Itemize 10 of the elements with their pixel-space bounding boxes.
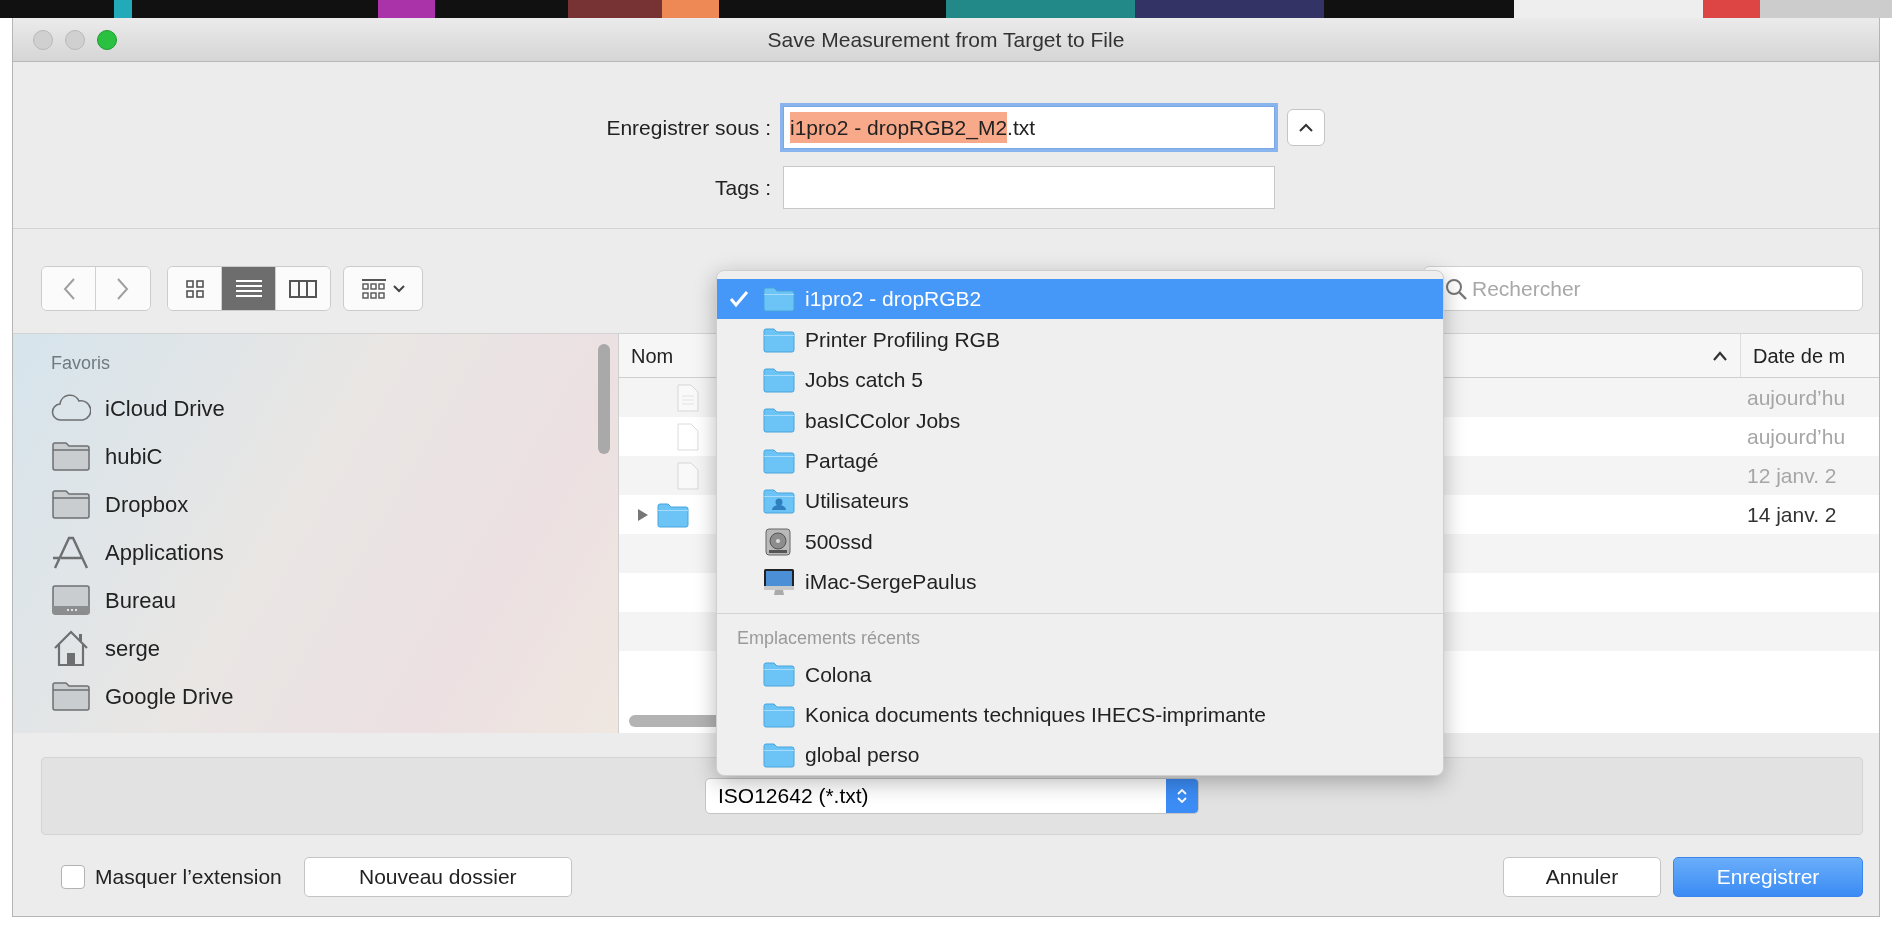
- date-cell-text: aujourd’hu: [1746, 423, 1846, 450]
- checkbox-label: Masquer l’extension: [95, 864, 282, 891]
- date-cell-text: 14 janv. 2: [1746, 501, 1837, 528]
- field-label: Enregistrer sous :: [605, 114, 771, 141]
- section-heading: Favoris: [51, 352, 111, 375]
- date-cell-text: aujourd’hu: [1746, 384, 1846, 411]
- window-title: Save Measurement from Target to File: [767, 26, 1125, 53]
- date-cell-text: 12 janv. 2: [1746, 462, 1837, 489]
- menu-heading: Emplacements récents: [736, 626, 922, 650]
- field-label: Tags :: [713, 174, 771, 201]
